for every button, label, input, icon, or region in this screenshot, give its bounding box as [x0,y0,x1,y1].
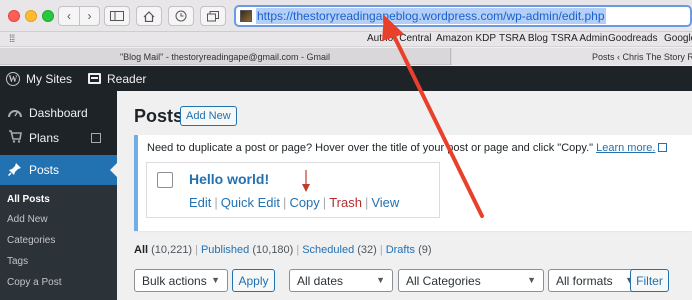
filter-button[interactable]: Filter [630,269,669,292]
current-indicator [110,163,117,177]
bookmark-tsra-blog[interactable]: TSRA Blog [499,33,548,44]
admin-sidebar: Dashboard Plans Posts All Posts Add New … [0,91,117,300]
notice-text: Need to duplicate a post or page? Hover … [147,142,668,154]
dates-value: All dates [297,273,344,288]
categories-value: All Categories [406,273,481,288]
separator: | [322,195,327,210]
site-favicon-icon [240,10,252,22]
my-sites-link[interactable]: My Sites [26,72,72,86]
separator: | [364,195,369,210]
sidebar-item-label: Posts [29,163,60,177]
page-title: Posts [134,106,184,126]
copy-action[interactable]: Copy [289,195,319,210]
pin-icon [5,162,25,179]
chevron-right-icon: › [87,9,92,23]
url-text: https://thestoryreadingapeblog.wordpress… [256,8,606,24]
browser-toolbar: ‹ › https://thestoryreadingapeblog.wordp… [0,0,692,32]
wordpress-logo-icon[interactable]: W [6,71,20,86]
view-all[interactable]: All [134,244,148,256]
separator: | [195,244,198,256]
formats-value: All formats [556,273,613,288]
chevron-down-icon: ▼ [211,275,220,285]
bookmark-google[interactable]: Google [664,33,692,44]
formats-select[interactable]: All formats ▼ [548,269,642,292]
view-drafts-count: (9) [418,244,432,256]
main-content: Posts Add New Need to duplicate a post o… [117,91,692,300]
submenu-add-new[interactable]: Add New [7,214,48,225]
external-link-icon [658,143,668,152]
home-icon [143,10,155,22]
sidebar-item-label: Dashboard [29,106,88,120]
view-scheduled-count: (32) [357,244,377,256]
bookmark-tsra-admin[interactable]: TSRA Admin [551,33,608,44]
separator: | [379,244,383,256]
learn-more-link[interactable]: Learn more. [596,142,655,154]
history-button[interactable] [168,6,194,26]
sidebar-icon [110,11,124,21]
add-new-button[interactable]: Add New [180,106,237,126]
view-drafts[interactable]: Drafts [386,244,415,256]
back-button[interactable]: ‹ [59,7,79,25]
bookmark-amazon-kdp[interactable]: Amazon KDP [436,33,496,44]
demo-post-title[interactable]: Hello world! [189,171,269,187]
chevron-down-icon: ▼ [527,275,536,285]
posts-submenu: All Posts Add New Categories Tags Copy a… [0,185,117,300]
separator: | [296,244,300,256]
trash-action[interactable]: Trash [329,195,362,210]
view-action[interactable]: View [371,195,399,210]
forward-button[interactable]: › [79,7,99,25]
history-nav: ‹ › [58,6,100,26]
apps-grid-icon[interactable]: ⁞⁞⁞ [9,34,15,45]
quick-edit-action[interactable]: Quick Edit [221,195,280,210]
cart-icon [5,130,25,146]
sidebar-item-plans[interactable]: Plans [0,123,117,153]
close-window-button[interactable] [8,10,20,22]
tab-overview-button[interactable] [200,6,226,26]
copy-post-notice: Need to duplicate a post or page? Hover … [134,135,692,231]
address-bar[interactable]: https://thestoryreadingapeblog.wordpress… [234,5,692,27]
sidebar-item-posts[interactable]: Posts [0,155,117,185]
minimize-window-button[interactable] [25,10,37,22]
submenu-categories[interactable]: Categories [7,235,55,246]
post-status-views: All (10,221) | Published (10,180) | Schedule… [134,244,432,256]
tab-strip: "Blog Mail" - thestoryreadingape@gmail.c… [0,48,692,65]
edit-action[interactable]: Edit [189,195,211,210]
tab-gmail[interactable]: "Blog Mail" - thestoryreadingape@gmail.c… [0,48,451,65]
bookmark-author-central[interactable]: Author Central [367,33,431,44]
reader-icon [88,73,102,84]
submenu-copy-a-post[interactable]: Copy a Post [7,277,61,288]
dates-select[interactable]: All dates ▼ [289,269,393,292]
home-button[interactable] [136,6,162,26]
dashboard-icon [5,106,25,121]
sidebar-item-label: Plans [29,131,60,145]
categories-select[interactable]: All Categories ▼ [398,269,544,292]
reader-link[interactable]: Reader [107,72,146,86]
row-actions: Edit | Quick Edit | Copy | Trash | View [189,195,399,210]
submenu-tags[interactable]: Tags [7,256,28,267]
view-published-count: (10,180) [252,244,294,256]
tab-posts[interactable]: Posts ‹ Chris The Story R [452,48,692,65]
sidebar-toggle-button[interactable] [104,6,130,26]
bulk-actions-select[interactable]: Bulk actions ▼ [134,269,228,292]
zoom-window-button[interactable] [42,10,54,22]
demo-checkbox[interactable] [157,172,173,188]
notice-message: Need to duplicate a post or page? Hover … [147,142,594,154]
view-published[interactable]: Published [201,244,249,256]
chevron-down-icon: ▼ [376,275,385,285]
submenu-all-posts[interactable]: All Posts [7,194,50,205]
separator: | [214,195,218,210]
apply-button[interactable]: Apply [232,269,275,292]
chevron-left-icon: ‹ [67,9,71,23]
demo-post-row: Hello world! Edit | Quick Edit | Copy | Trash |… [146,162,440,218]
bulk-actions-value: Bulk actions [142,273,207,288]
tabs-icon [207,10,219,21]
external-link-icon [91,133,101,143]
view-all-count: (10,221) [151,244,193,256]
bookmark-goodreads[interactable]: Goodreads [608,33,657,44]
separator: | [283,195,287,210]
wp-admin-bar: W My Sites Reader [0,66,692,91]
view-scheduled[interactable]: Scheduled [302,244,354,256]
clock-icon [175,10,187,22]
bookmarks-bar: ⁞⁞⁞ Author Central Amazon KDP TSRA Blog … [0,32,692,47]
